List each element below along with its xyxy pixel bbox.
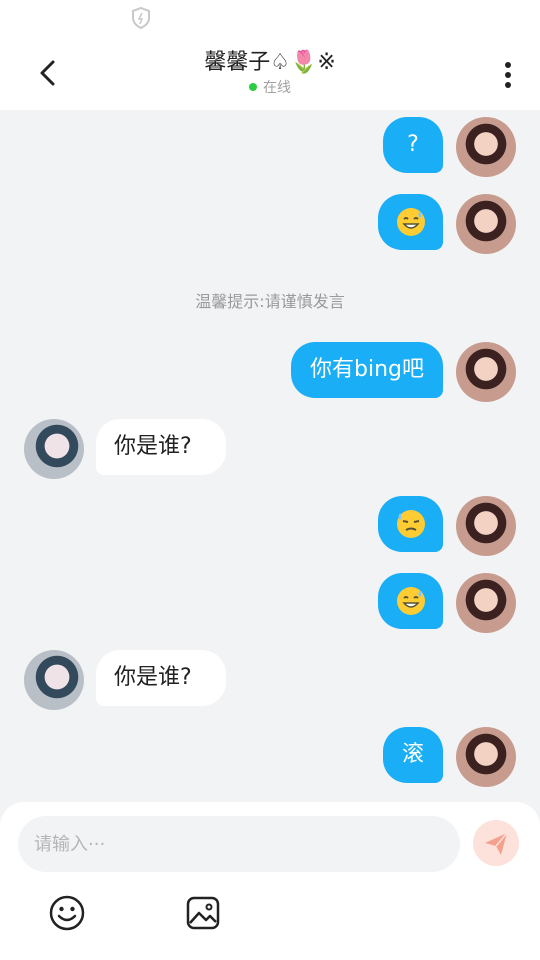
message-bubble-mine[interactable] <box>378 496 443 552</box>
system-tip: 温馨提示:请谨慎发言 <box>195 292 345 311</box>
my-avatar[interactable] <box>456 496 516 556</box>
my-avatar[interactable] <box>456 573 516 633</box>
shield-icon <box>132 6 150 30</box>
downcast-sweat-emoji-icon <box>396 510 425 538</box>
input-panel <box>0 802 540 960</box>
emoji-button[interactable] <box>48 894 86 932</box>
image-button[interactable] <box>184 894 222 932</box>
message-bubble-mine[interactable] <box>378 573 443 629</box>
contact-avatar[interactable] <box>24 419 84 479</box>
message-bubble-theirs[interactable]: 你是谁? <box>96 419 226 475</box>
my-avatar[interactable] <box>456 342 516 402</box>
message-bubble-mine[interactable]: ? <box>383 117 443 173</box>
chat-header: 馨馨子♤🌷※ 在线 <box>0 40 540 110</box>
my-avatar[interactable] <box>456 117 516 177</box>
online-status: 在线 <box>0 80 540 96</box>
online-status-text: 在线 <box>263 80 291 96</box>
message-bubble-theirs[interactable]: 你是谁? <box>96 650 226 706</box>
contact-avatar[interactable] <box>24 650 84 710</box>
online-dot-icon <box>249 83 257 91</box>
more-options-button[interactable] <box>504 60 512 90</box>
my-avatar[interactable] <box>456 727 516 787</box>
send-button[interactable] <box>473 820 519 866</box>
status-bar <box>0 0 540 40</box>
contact-name: 馨馨子♤🌷※ <box>204 50 336 75</box>
message-list[interactable]: ? 温馨提示:请谨慎发言 你有bing吧 你是谁? 你是谁? 滚 <box>0 110 540 802</box>
grinning-sweat-emoji-icon <box>396 208 425 236</box>
my-avatar[interactable] <box>456 194 516 254</box>
message-bubble-mine[interactable] <box>378 194 443 250</box>
send-icon <box>485 832 508 855</box>
message-input[interactable] <box>18 816 460 872</box>
message-bubble-mine[interactable]: 你有bing吧 <box>291 342 443 398</box>
message-bubble-mine[interactable]: 滚 <box>383 727 443 783</box>
grinning-sweat-emoji-icon <box>396 587 425 615</box>
